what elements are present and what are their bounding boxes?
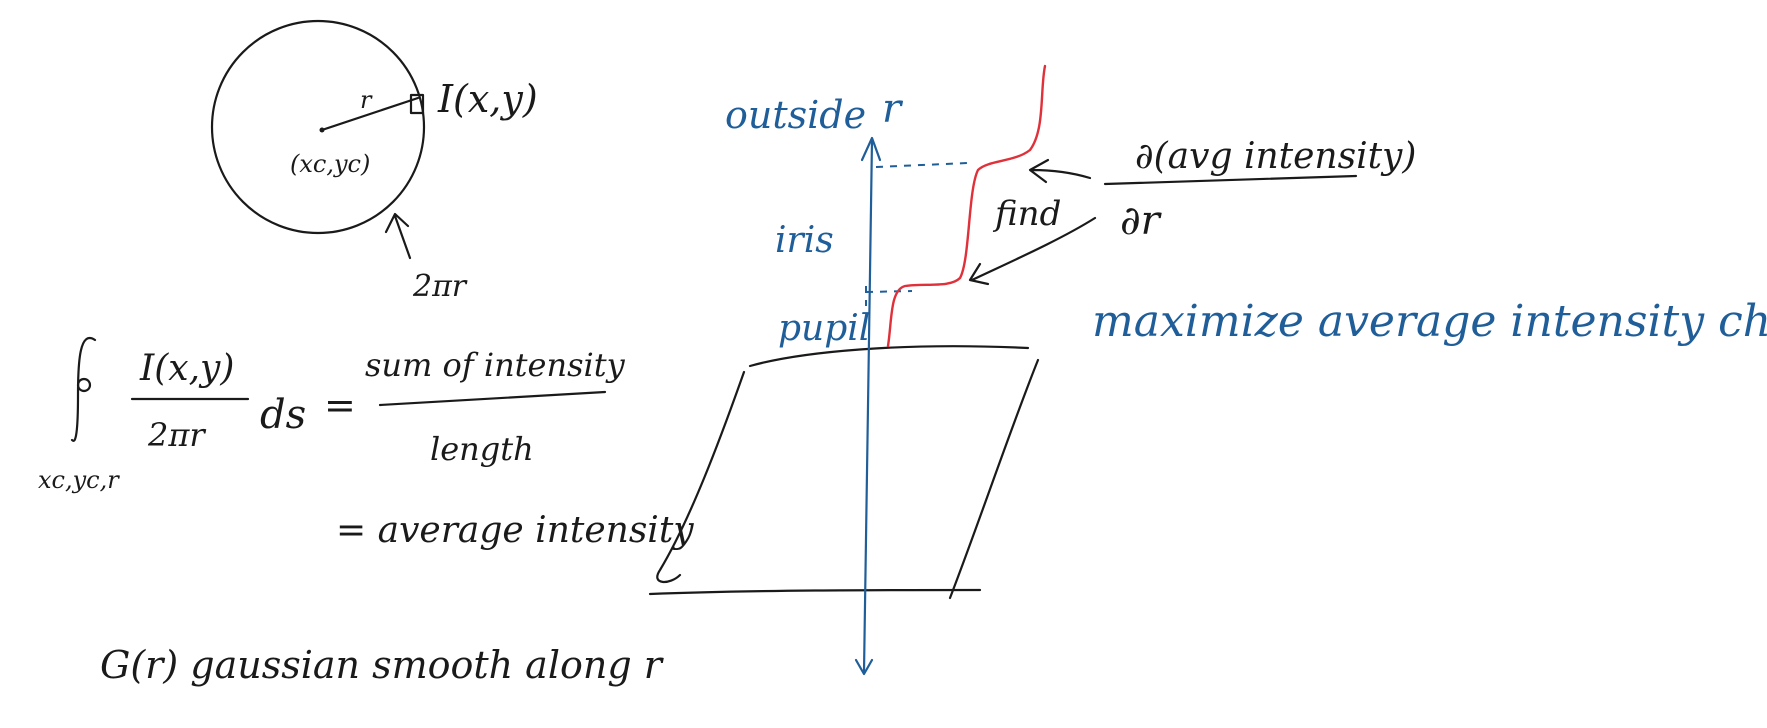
circumference-arrow [384,212,412,260]
length-label: length [430,430,534,468]
find-label: find [992,194,1061,234]
integral-subscript: xc,yc,r [38,466,120,494]
derivative-numerator: ∂(avg intensity) [1135,136,1416,177]
point-intensity-label: I(x,y) [437,77,538,121]
iris-boundary-guide [875,162,969,168]
contour-circle [76,377,92,393]
derivative-arrow [1028,158,1092,184]
r-axis-label: r [882,86,904,132]
pupil-label: pupil [778,308,870,349]
plane-bottom-edge [648,588,982,596]
ds-label: ds [260,392,306,438]
r-axis-line [862,138,874,674]
average-intensity-label: = average intensity [336,510,694,551]
radius-label: r [360,86,373,114]
derivative-expression: ∂(avg intensity) ∂r [1103,136,1416,244]
plane-left-edge [656,370,746,583]
integrand-numerator: I(x,y) [139,348,234,389]
plane-right-edge [948,358,1040,600]
integral-formula: xc,yc,r I(x,y) 2πr ds = sum of intensity… [38,337,694,551]
sum-of-intensity-label: sum of intensity [365,346,626,384]
plane-top-edge [748,345,1030,368]
whiteboard-canvas: r I(x,y) (xc,yc) 2πr xc,yc,r I(x,y) 2πr … [38,19,1767,687]
center-dot [319,127,325,133]
outside-label: outside [725,93,866,137]
perspective-plane [648,345,1040,600]
ratio-fraction-bar [378,390,607,407]
equals-sign: = [324,383,356,427]
gaussian-smooth-note: G(r) gaussian smooth along r [100,643,665,687]
integrand-denominator: 2πr [147,416,206,454]
circle-diagram: r I(x,y) (xc,yc) 2πr [210,19,538,304]
circle-outline [210,19,426,235]
circumference-label: 2πr [412,269,468,304]
goal-statement: maximize average intensity change [1092,296,1767,347]
iris-label: iris [775,220,834,261]
derivative-denominator: ∂r [1120,198,1163,244]
pupil-boundary-guide [865,290,913,293]
center-label: (xc,yc) [290,150,370,178]
r-axis: r [854,86,904,676]
contour-integral-sign [70,337,97,443]
derivative-fraction-bar [1103,174,1358,186]
